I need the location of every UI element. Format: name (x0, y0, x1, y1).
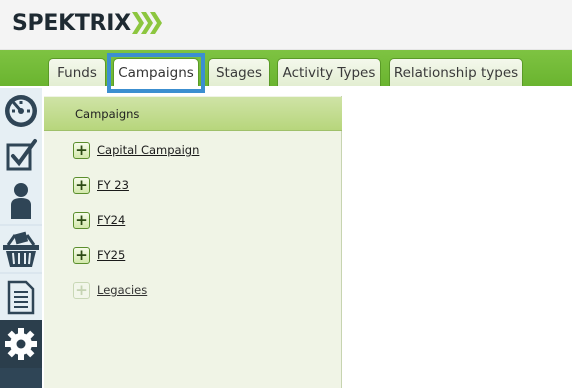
expand-plus-icon[interactable]: + (73, 246, 90, 264)
tree-item-legacies: + Legacies (73, 281, 147, 299)
detail-content-area (343, 96, 572, 388)
checklist-icon[interactable] (0, 132, 42, 178)
tree-item-fy-23: + FY 23 (73, 176, 129, 194)
person-icon[interactable] (0, 178, 42, 224)
app-header: SPEKTRIX (0, 0, 572, 50)
brand-name: SPEKTRIX (12, 10, 131, 36)
expand-plus-icon[interactable]: + (73, 141, 90, 159)
tree-item-fy25: + FY25 (73, 246, 125, 264)
expand-plus-icon[interactable]: + (73, 176, 90, 194)
tree-item-fy24: + FY24 (73, 211, 125, 229)
tab-bar-underline (0, 86, 572, 90)
chevron-logo-icon (131, 12, 162, 34)
panel-title: Campaigns (44, 97, 342, 131)
tree-item-label[interactable]: FY25 (97, 248, 125, 262)
gear-icon[interactable] (0, 320, 42, 368)
tab-relationship-types[interactable]: Relationship types (389, 58, 523, 86)
tab-focus-highlight (107, 53, 205, 93)
tree-item-label[interactable]: Capital Campaign (97, 143, 199, 157)
tab-stages[interactable]: Stages (208, 58, 270, 86)
tree-item-label[interactable]: FY 23 (97, 178, 129, 192)
expand-plus-icon[interactable]: + (73, 211, 90, 229)
campaigns-tree-panel (44, 96, 342, 388)
tree-item-label[interactable]: Legacies (97, 283, 147, 297)
expand-plus-icon-disabled: + (73, 281, 90, 299)
basket-icon[interactable] (0, 226, 42, 272)
tree-item-capital-campaign: + Capital Campaign (73, 141, 199, 159)
tab-funds[interactable]: Funds (48, 58, 106, 86)
tree-item-label[interactable]: FY24 (97, 213, 125, 227)
spektrix-logo[interactable]: SPEKTRIX (12, 9, 162, 37)
dashboard-gauge-icon[interactable] (0, 88, 42, 134)
tab-activity-types[interactable]: Activity Types (277, 58, 381, 86)
document-icon[interactable] (0, 274, 42, 320)
